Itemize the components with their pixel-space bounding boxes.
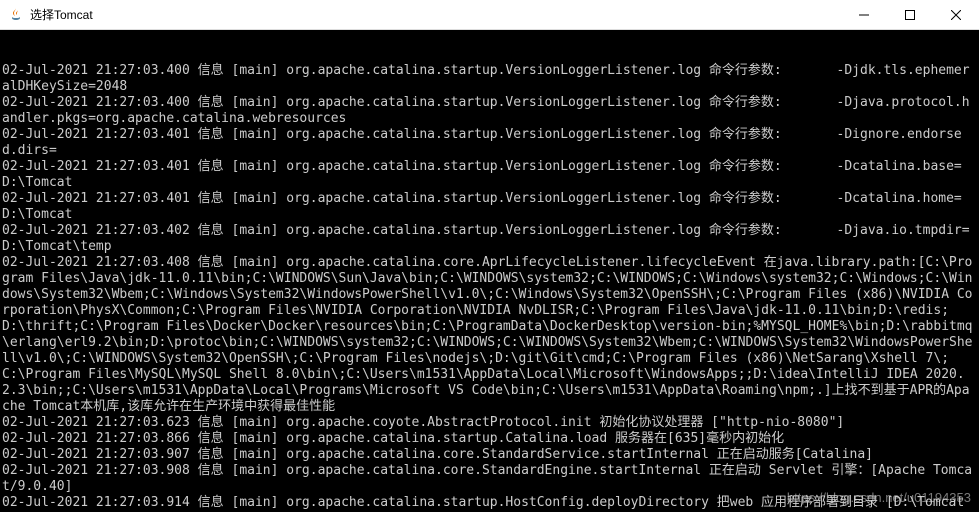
window-controls: [841, 0, 979, 30]
console-text: 02-Jul-2021 21:27:03.400 信息 [main] org.a…: [2, 63, 977, 512]
window-title-bar: 选择Tomcat: [0, 0, 979, 30]
window-title: 选择Tomcat: [30, 6, 93, 23]
watermark-text: https://blog.csdn.net/u01194353: [787, 490, 971, 506]
console-output[interactable]: 02-Jul-2021 21:27:03.400 信息 [main] org.a…: [0, 30, 979, 512]
maximize-button[interactable]: [887, 0, 933, 30]
minimize-button[interactable]: [841, 0, 887, 30]
java-icon: [8, 7, 24, 23]
close-button[interactable]: [933, 0, 979, 30]
